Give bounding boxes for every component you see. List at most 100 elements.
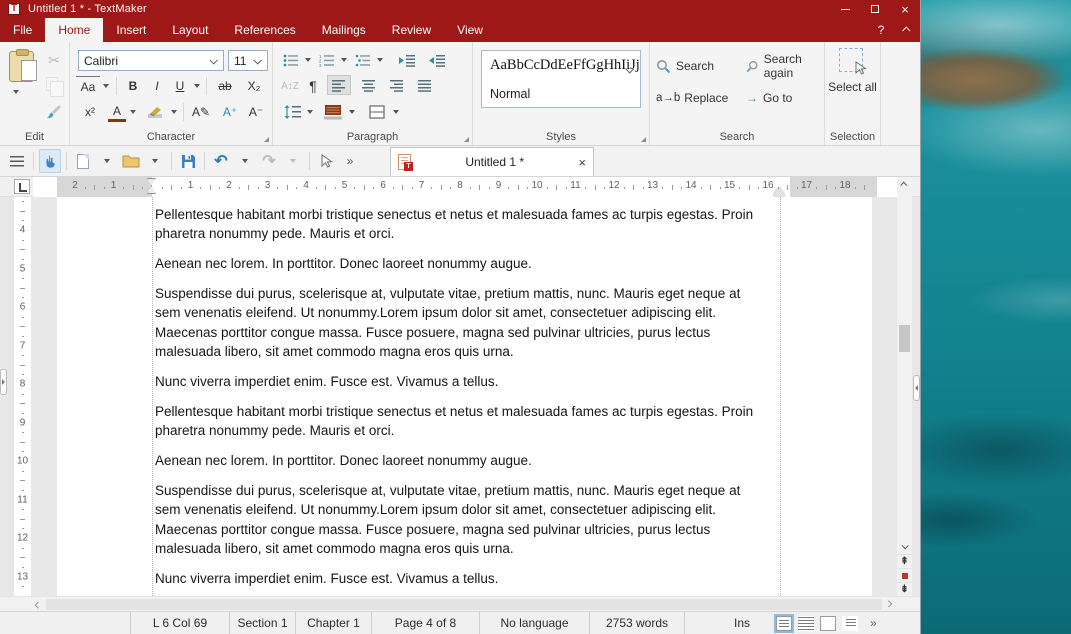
- tab-view[interactable]: View: [444, 18, 496, 42]
- help-button[interactable]: ?: [868, 18, 894, 42]
- increase-indent-button[interactable]: [395, 50, 417, 70]
- multilevel-list-button[interactable]: [353, 50, 373, 70]
- redo-dropdown[interactable]: [282, 149, 304, 173]
- browse-object-button[interactable]: [897, 568, 912, 582]
- shrink-font-button[interactable]: A⁻: [245, 102, 267, 122]
- horizontal-scrollbar[interactable]: [0, 596, 920, 611]
- underline-button[interactable]: U: [170, 76, 190, 96]
- shading-button[interactable]: [321, 102, 345, 122]
- horizontal-ruler[interactable]: 2 1 1 2 3 4 5 6 7 8 9 10 11 12 13 14 15 16 17 18: [33, 177, 897, 197]
- outline-view-button[interactable]: [842, 615, 858, 631]
- bold-button[interactable]: B: [122, 76, 144, 96]
- italic-button[interactable]: I: [148, 76, 166, 96]
- tab-review[interactable]: Review: [379, 18, 444, 42]
- h-scroll-thumb[interactable]: [46, 599, 882, 610]
- tab-home[interactable]: Home: [45, 18, 104, 42]
- sort-button[interactable]: A↕Z: [281, 76, 299, 96]
- justify-button[interactable]: [413, 75, 437, 95]
- line-spacing-button[interactable]: [281, 102, 303, 122]
- borders-button[interactable]: [365, 102, 389, 122]
- new-document-button[interactable]: [72, 149, 94, 173]
- grow-font-button[interactable]: A⁺: [218, 102, 242, 122]
- highlight-dropdown[interactable]: [171, 110, 177, 114]
- font-color-dropdown[interactable]: [130, 110, 136, 114]
- tab-file[interactable]: File: [0, 18, 45, 42]
- tab-insert[interactable]: Insert: [103, 18, 159, 42]
- subscript-button[interactable]: X₂: [242, 76, 266, 96]
- bullet-list-dropdown[interactable]: [305, 58, 311, 62]
- align-left-button[interactable]: [327, 75, 351, 95]
- scroll-left-button[interactable]: [30, 597, 45, 611]
- shading-dropdown[interactable]: [349, 110, 355, 114]
- goto-button[interactable]: → Go to: [746, 88, 792, 108]
- change-case-button[interactable]: Aa: [76, 76, 100, 96]
- previous-page-button[interactable]: ⇞: [897, 554, 912, 568]
- scroll-right-button[interactable]: [882, 597, 897, 611]
- borders-dropdown[interactable]: [393, 110, 399, 114]
- object-mode-button[interactable]: [315, 149, 337, 173]
- tab-layout[interactable]: Layout: [159, 18, 221, 42]
- normal-view-button[interactable]: [774, 613, 794, 633]
- minimize-button[interactable]: [830, 0, 860, 18]
- status-chapter[interactable]: Chapter 1: [296, 612, 372, 634]
- open-dropdown[interactable]: [144, 149, 166, 173]
- undo-button[interactable]: ↶: [210, 149, 232, 173]
- undo-dropdown[interactable]: [234, 149, 256, 173]
- superscript-button[interactable]: x²: [78, 102, 102, 122]
- status-language[interactable]: No language: [480, 612, 590, 634]
- strikethrough-button[interactable]: ab: [212, 76, 238, 96]
- status-section[interactable]: Section 1: [230, 612, 296, 634]
- styles-dialog-launcher[interactable]: [641, 137, 646, 142]
- highlight-button[interactable]: [144, 102, 168, 122]
- tab-references[interactable]: References: [221, 18, 308, 42]
- format-paintbrush-button[interactable]: [44, 102, 64, 122]
- numbered-list-dropdown[interactable]: [341, 58, 347, 62]
- document-tab[interactable]: Untitled 1 * ×: [390, 147, 594, 176]
- font-color-button[interactable]: A: [108, 102, 126, 122]
- tab-stop-selector[interactable]: [14, 179, 30, 194]
- status-insert-mode[interactable]: Ins: [722, 612, 762, 634]
- replace-button[interactable]: a→b Replace: [656, 88, 728, 108]
- cut-button[interactable]: ✂: [44, 50, 64, 70]
- touch-mode-button[interactable]: [39, 149, 61, 173]
- right-sidebar-toggle[interactable]: [913, 375, 920, 401]
- scroll-up-button[interactable]: [897, 177, 912, 192]
- styles-box[interactable]: AaBbCcDdEeFfGgHhIiJj Normal: [481, 50, 641, 108]
- save-button[interactable]: [177, 149, 199, 173]
- close-button[interactable]: ×: [890, 0, 920, 18]
- toolbar-menu-button[interactable]: [6, 149, 28, 173]
- character-dialog-launcher[interactable]: [264, 137, 269, 142]
- redo-button[interactable]: ↷: [258, 149, 280, 173]
- paste-dropdown[interactable]: [13, 90, 19, 94]
- status-page[interactable]: Page 4 of 8: [372, 612, 480, 634]
- tab-mailings[interactable]: Mailings: [309, 18, 379, 42]
- multilevel-list-dropdown[interactable]: [377, 58, 383, 62]
- next-page-button[interactable]: ⇟: [897, 582, 912, 596]
- underline-dropdown[interactable]: [194, 84, 200, 88]
- change-case-dropdown[interactable]: [103, 84, 109, 88]
- status-cursor-position[interactable]: L 6 Col 69: [130, 612, 230, 634]
- vertical-scrollbar[interactable]: ⇞ ⇟: [897, 177, 912, 596]
- open-button[interactable]: [120, 149, 142, 173]
- formatting-marks-button[interactable]: ¶: [305, 76, 321, 96]
- align-center-button[interactable]: [357, 75, 381, 95]
- font-name-select[interactable]: Calibri: [78, 50, 224, 71]
- scroll-down-button[interactable]: [897, 539, 912, 554]
- v-scroll-thumb[interactable]: [899, 325, 910, 352]
- page-view-button[interactable]: [820, 615, 836, 631]
- status-overflow-button[interactable]: »: [870, 612, 877, 634]
- numbered-list-button[interactable]: 123: [317, 50, 337, 70]
- document-page[interactable]: Pellentesque habitant morbi tristique se…: [57, 197, 872, 596]
- character-dialog-button[interactable]: A✎: [188, 102, 214, 122]
- search-button[interactable]: Search: [656, 56, 714, 76]
- line-spacing-dropdown[interactable]: [307, 110, 313, 114]
- document-text[interactable]: Pellentesque habitant morbi tristique se…: [155, 205, 769, 596]
- collapse-ribbon-button[interactable]: [894, 18, 920, 42]
- maximize-button[interactable]: [860, 0, 890, 18]
- align-right-button[interactable]: [385, 75, 409, 95]
- continuous-view-button[interactable]: [798, 615, 814, 631]
- right-indent-marker[interactable]: [773, 187, 785, 196]
- font-size-select[interactable]: 11: [228, 50, 268, 71]
- left-sidebar-toggle[interactable]: [0, 369, 7, 395]
- decrease-indent-button[interactable]: [425, 50, 447, 70]
